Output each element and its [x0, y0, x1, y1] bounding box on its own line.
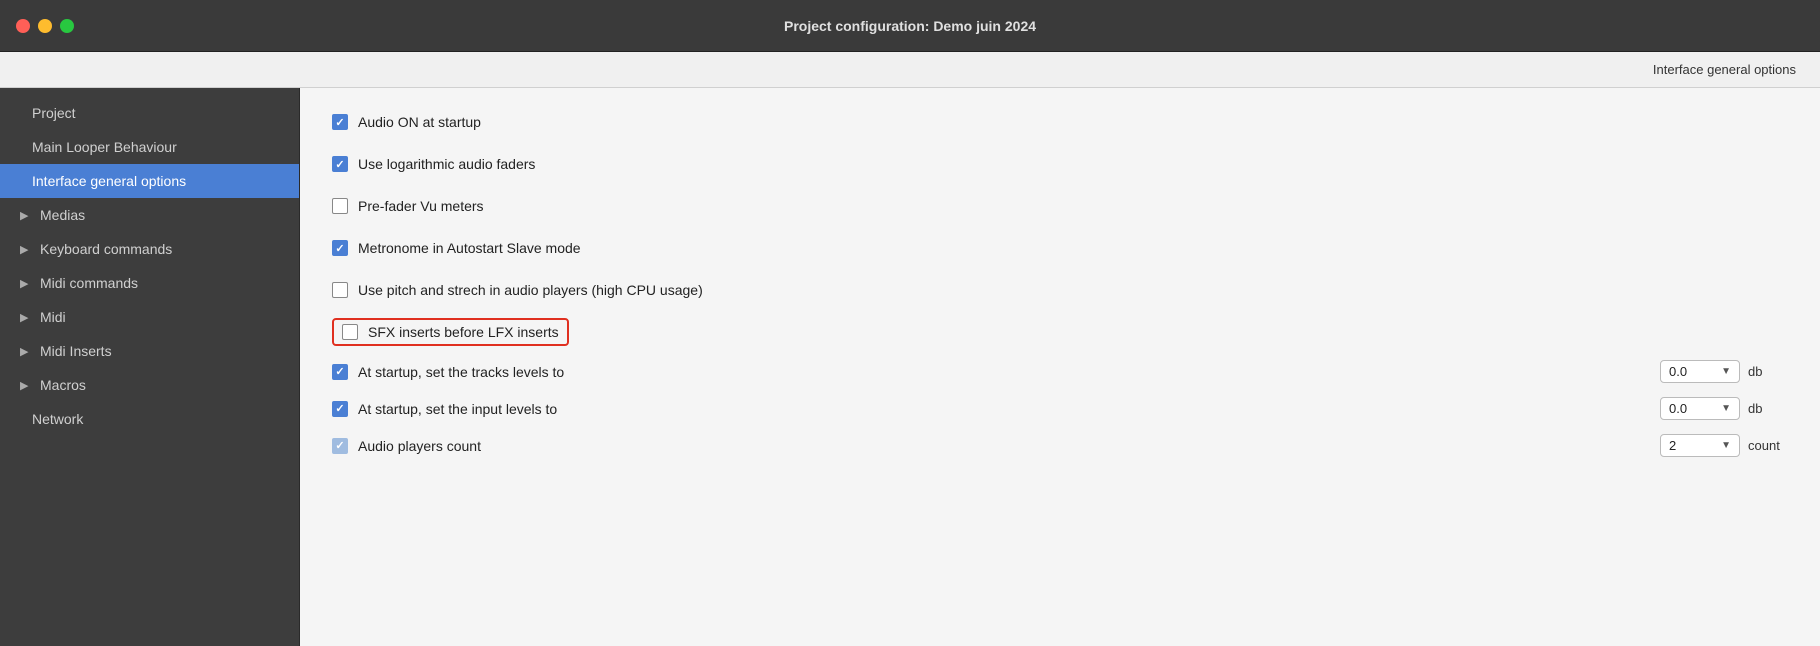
dropdown-input-level[interactable]: 0.0 ▼: [1660, 397, 1740, 420]
sidebar-item-label: Project: [32, 105, 76, 121]
sidebar-item-midi-inserts[interactable]: ▶ Midi Inserts: [0, 334, 299, 368]
checkbox-pitch-stretch[interactable]: [332, 282, 348, 298]
checkbox-sfx-before-lfx[interactable]: [342, 324, 358, 340]
minimize-button[interactable]: [38, 19, 52, 33]
checkbox-log-audio-faders[interactable]: [332, 156, 348, 172]
unit-label-input-level: db: [1748, 401, 1788, 416]
dropdown-value-input-level: 0.0: [1669, 401, 1687, 416]
unit-label-audio-players-count: count: [1748, 438, 1788, 453]
checkbox-pre-fader-vu[interactable]: [332, 198, 348, 214]
chevron-down-icon: ▼: [1721, 366, 1731, 377]
dropdown-tracks-level[interactable]: 0.0 ▼: [1660, 360, 1740, 383]
checkbox-tracks-level[interactable]: [332, 364, 348, 380]
chevron-down-icon: ▼: [1721, 440, 1731, 451]
sidebar-item-network[interactable]: Network: [0, 402, 299, 436]
checkbox-metronome-autostart[interactable]: [332, 240, 348, 256]
option-label-log-audio-faders: Use logarithmic audio faders: [358, 156, 535, 172]
option-label-sfx-before-lfx: SFX inserts before LFX inserts: [368, 324, 559, 340]
option-label-pitch-stretch: Use pitch and strech in audio players (h…: [358, 282, 703, 298]
chevron-right-icon: ▶: [20, 277, 32, 290]
sidebar-item-label: Medias: [40, 207, 85, 223]
sidebar-item-label: Midi: [40, 309, 66, 325]
content-area: Audio ON at startup Use logarithmic audio…: [300, 88, 1820, 646]
option-row-metronome-autostart: Metronome in Autostart Slave mode: [332, 234, 1788, 262]
sidebar-item-label: Keyboard commands: [40, 241, 172, 257]
dropdown-value-tracks-level: 0.0: [1669, 364, 1687, 379]
checkbox-audio-players-count[interactable]: [332, 438, 348, 454]
chevron-right-icon: ▶: [20, 209, 32, 222]
sidebar-item-label: Macros: [40, 377, 86, 393]
option-row-tracks-level: At startup, set the tracks levels to 0.0 ▼…: [332, 360, 1788, 383]
option-row-log-audio-faders: Use logarithmic audio faders: [332, 150, 1788, 178]
option-row-pre-fader-vu: Pre-fader Vu meters: [332, 192, 1788, 220]
option-row-pitch-stretch: Use pitch and strech in audio players (h…: [332, 276, 1788, 304]
option-label-input-level: At startup, set the input levels to: [358, 401, 1652, 417]
option-label-audio-on-startup: Audio ON at startup: [358, 114, 481, 130]
option-row-sfx-before-lfx: SFX inserts before LFX inserts: [332, 318, 569, 346]
chevron-right-icon: ▶: [20, 311, 32, 324]
option-row-audio-on-startup: Audio ON at startup: [332, 108, 1788, 136]
main-layout: Project Main Looper Behaviour Interface ge…: [0, 88, 1820, 646]
option-row-audio-players-count: Audio players count2▼count: [332, 434, 1788, 457]
sidebar-item-label: Interface general options: [32, 173, 186, 189]
dropdown-audio-players-count[interactable]: 2▼: [1660, 434, 1740, 457]
sidebar-item-main-looper[interactable]: Main Looper Behaviour: [0, 130, 299, 164]
subtitle-text: Interface general options: [1653, 62, 1796, 77]
chevron-right-icon: ▶: [20, 243, 32, 256]
sidebar-item-medias[interactable]: ▶ Medias: [0, 198, 299, 232]
chevron-down-icon: ▼: [1721, 403, 1731, 414]
sidebar-item-keyboard-commands[interactable]: ▶ Keyboard commands: [0, 232, 299, 266]
sidebar-item-label: Midi Inserts: [40, 343, 112, 359]
dropdown-value-audio-players-count: 2: [1669, 438, 1676, 453]
sidebar-item-label: Network: [32, 411, 83, 427]
chevron-right-icon: ▶: [20, 379, 32, 392]
sidebar: Project Main Looper Behaviour Interface ge…: [0, 88, 300, 646]
sidebar-item-midi[interactable]: ▶ Midi: [0, 300, 299, 334]
close-button[interactable]: [16, 19, 30, 33]
unit-label-tracks-level: db: [1748, 364, 1788, 379]
sidebar-item-macros[interactable]: ▶ Macros: [0, 368, 299, 402]
checkbox-input-level[interactable]: [332, 401, 348, 417]
title-bar: Project configuration: Demo juin 2024: [0, 0, 1820, 52]
window-title: Project configuration: Demo juin 2024: [784, 18, 1036, 34]
sidebar-item-label: Main Looper Behaviour: [32, 139, 177, 155]
subtitle-bar: Interface general options: [0, 52, 1820, 88]
option-label-audio-players-count: Audio players count: [358, 438, 1652, 454]
maximize-button[interactable]: [60, 19, 74, 33]
option-label-tracks-level: At startup, set the tracks levels to: [358, 364, 1652, 380]
sidebar-item-interface-general[interactable]: Interface general options: [0, 164, 299, 198]
sidebar-item-midi-commands[interactable]: ▶ Midi commands: [0, 266, 299, 300]
checkbox-audio-on-startup[interactable]: [332, 114, 348, 130]
sidebar-item-project[interactable]: Project: [0, 96, 299, 130]
chevron-right-icon: ▶: [20, 345, 32, 358]
sidebar-item-label: Midi commands: [40, 275, 138, 291]
option-row-input-level: At startup, set the input levels to 0.0 ▼ d…: [332, 397, 1788, 420]
option-label-metronome-autostart: Metronome in Autostart Slave mode: [358, 240, 581, 256]
option-label-pre-fader-vu: Pre-fader Vu meters: [358, 198, 484, 214]
window-controls: [16, 19, 74, 33]
